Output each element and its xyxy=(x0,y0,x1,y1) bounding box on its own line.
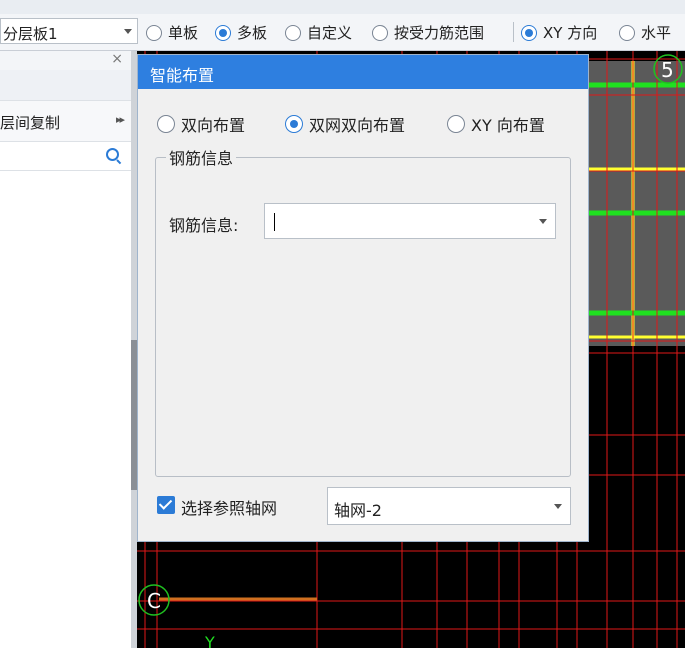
dialog-title-bar[interactable]: 智能布置 xyxy=(138,55,588,89)
coordinate-y-label: Y xyxy=(204,633,215,648)
radio-icon xyxy=(447,115,465,133)
layer-combo-value: 分层板1 xyxy=(3,25,58,43)
radio-icon xyxy=(285,24,301,41)
list-item-label: 层间复制 xyxy=(0,114,61,132)
radio-xy-direction[interactable]: XY 方向 xyxy=(521,22,597,43)
reference-axis-label[interactable]: 选择参照轴网 xyxy=(181,495,277,519)
radio-selected-icon xyxy=(215,24,231,41)
slab-region xyxy=(589,61,685,346)
left-panel-band xyxy=(0,70,131,101)
rebar-info-label: 钢筋信息: xyxy=(169,216,239,235)
radio-custom[interactable]: 自定义 xyxy=(285,22,352,43)
close-icon[interactable]: × xyxy=(111,51,123,67)
chevron-down-icon[interactable] xyxy=(554,504,562,509)
axis-label-5: 5 xyxy=(661,58,674,82)
left-panel-header: × xyxy=(0,51,131,71)
radio-multi-board[interactable]: 多板 xyxy=(215,22,267,43)
radio-icon xyxy=(619,24,635,41)
chevron-down-icon xyxy=(124,29,132,34)
dialog-title: 智能布置 xyxy=(150,66,215,85)
axis-grid-value: 轴网-2 xyxy=(334,501,382,520)
radio-icon xyxy=(157,115,175,133)
search-input[interactable] xyxy=(0,142,131,171)
radio-xy-layout[interactable]: XY 向布置 xyxy=(447,112,545,136)
expand-icon[interactable]: ▸▸ xyxy=(116,113,125,126)
property-toolbar: 分层板1 单板 多板 自定义 按受力筋范围 XY 方向 水平 xyxy=(0,14,685,51)
radio-by-rebar-range[interactable]: 按受力筋范围 xyxy=(372,22,484,43)
radio-single-board[interactable]: 单板 xyxy=(146,22,198,43)
radio-selected-icon xyxy=(285,115,303,133)
left-panel: × 层间复制 ▸▸ xyxy=(0,51,132,648)
ribbon-strip xyxy=(0,0,685,15)
radio-double-net-bidirectional[interactable]: 双网双向布置 xyxy=(285,112,405,136)
rebar-info-combo[interactable] xyxy=(264,203,556,239)
toolbar-separator xyxy=(513,22,514,42)
group-legend: 钢筋信息 xyxy=(166,145,237,169)
axis-label-c: C xyxy=(147,589,161,613)
list-item-floor-copy[interactable]: 层间复制 ▸▸ xyxy=(0,101,131,142)
chevron-down-icon[interactable] xyxy=(539,219,547,224)
smart-layout-dialog: 智能布置 双向布置 双网双向布置 XY 向布置 钢筋信息 钢筋信息: 选择参照轴… xyxy=(137,54,589,542)
radio-bidirectional[interactable]: 双向布置 xyxy=(157,112,245,136)
layer-combo[interactable]: 分层板1 xyxy=(0,18,138,44)
radio-selected-icon xyxy=(521,24,537,41)
radio-horizontal[interactable]: 水平 xyxy=(619,22,671,43)
axis-grid-combo[interactable]: 轴网-2 xyxy=(327,487,571,525)
radio-icon xyxy=(146,24,162,41)
radio-icon xyxy=(372,24,388,41)
reference-axis-checkbox[interactable] xyxy=(157,496,175,514)
search-icon[interactable] xyxy=(106,148,119,161)
text-caret xyxy=(274,213,275,231)
